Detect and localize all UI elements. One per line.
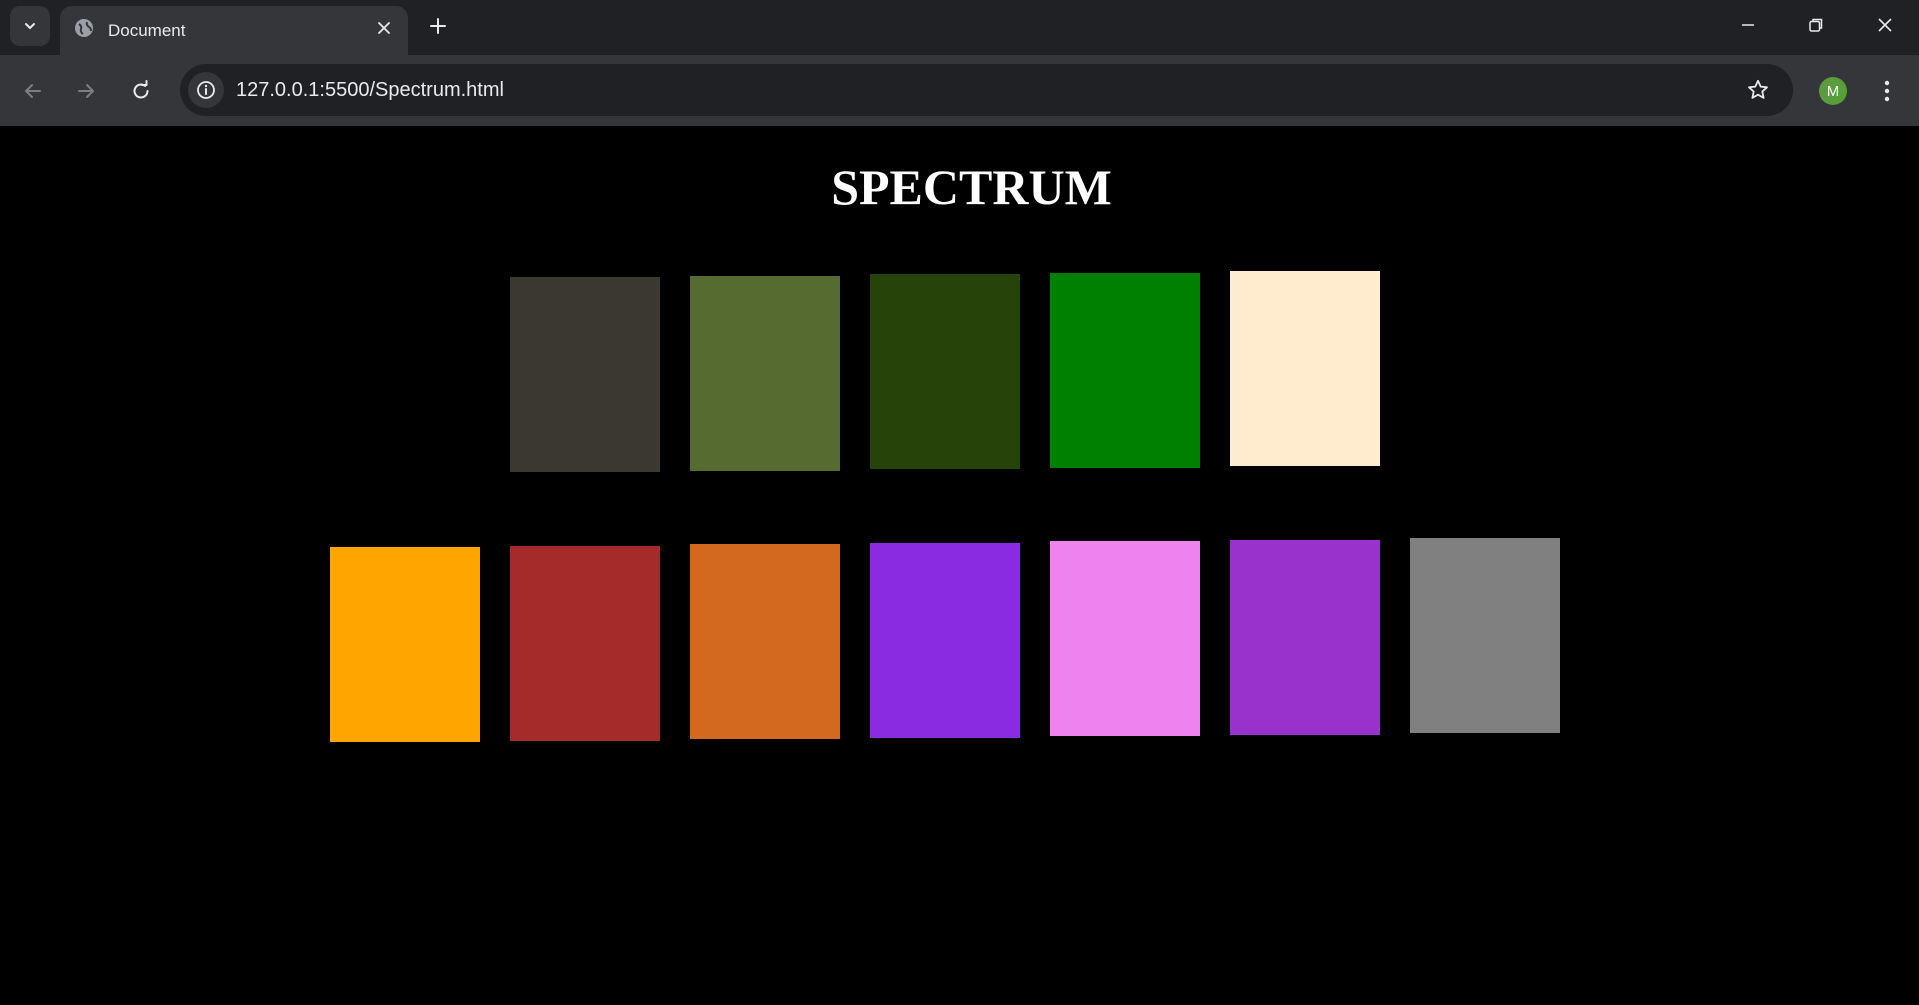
row2-swatch-7	[1410, 538, 1560, 733]
row1-swatch-2	[690, 276, 840, 471]
browser-tab-strip: Document	[0, 0, 1919, 55]
globe-icon	[73, 17, 95, 39]
row2-swatch-1	[330, 547, 480, 742]
browser-menu-button[interactable]	[1872, 71, 1902, 111]
new-tab-button[interactable]	[420, 8, 456, 44]
url-text[interactable]: 127.0.0.1:5500/Spectrum.html	[236, 79, 504, 102]
row2-swatch-5	[1050, 541, 1200, 736]
minimize-button[interactable]	[1714, 0, 1782, 50]
close-icon	[1878, 18, 1892, 32]
row2-swatch-2	[510, 546, 660, 741]
info-icon	[197, 81, 215, 99]
row1-swatch-4	[1050, 273, 1200, 468]
site-info-button[interactable]	[188, 72, 224, 108]
plus-icon	[430, 18, 446, 34]
restore-icon	[1809, 18, 1823, 32]
close-window-button[interactable]	[1851, 0, 1919, 50]
tab-search-button[interactable]	[10, 6, 50, 46]
minimize-icon	[1742, 24, 1754, 26]
arrow-left-icon	[25, 84, 41, 98]
page-title: SPECTRUM	[831, 159, 1112, 215]
bookmark-button[interactable]	[1741, 73, 1775, 107]
close-tab-icon[interactable]	[372, 16, 396, 40]
reload-button[interactable]	[121, 71, 161, 111]
row1-swatch-5	[1230, 271, 1380, 466]
forward-button[interactable]	[66, 71, 106, 111]
reload-icon	[133, 80, 149, 99]
back-button[interactable]	[13, 71, 53, 111]
profile-avatar[interactable]: M	[1819, 77, 1847, 105]
tab-title: Document	[108, 21, 186, 40]
row2-swatch-6	[1230, 540, 1380, 735]
restore-button[interactable]	[1782, 0, 1850, 50]
more-vertical-icon	[1884, 80, 1890, 102]
row2-swatch-3	[690, 544, 840, 739]
chevron-down-icon	[25, 23, 35, 29]
row2-swatch-4	[870, 543, 1020, 738]
browser-tab-active[interactable]: Document	[60, 6, 408, 55]
page-viewport: SPECTRUM	[0, 126, 1919, 1005]
arrow-right-icon	[78, 84, 94, 98]
browser-toolbar: 127.0.0.1:5500/Spectrum.html M	[0, 55, 1919, 126]
address-bar[interactable]: 127.0.0.1:5500/Spectrum.html	[180, 64, 1793, 116]
row1-swatch-1	[510, 277, 660, 472]
row1-swatch-3	[870, 274, 1020, 469]
star-icon	[1748, 79, 1768, 99]
